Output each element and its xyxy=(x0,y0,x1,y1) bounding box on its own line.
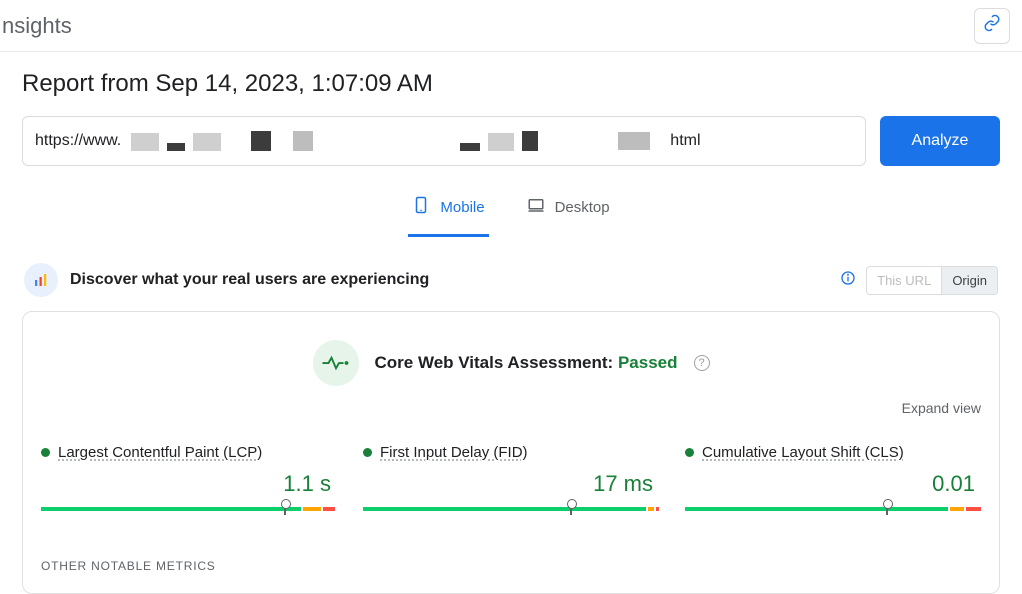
url-suffix: html xyxy=(670,132,700,150)
status-dot-icon xyxy=(363,448,372,457)
tab-desktop[interactable]: Desktop xyxy=(523,184,614,237)
url-input[interactable]: https://www. html xyxy=(22,116,866,166)
metric-cls-value: 0.01 xyxy=(685,471,981,497)
cwv-card: Core Web Vitals Assessment: Passed ? Exp… xyxy=(22,311,1000,594)
cwv-label-text: Core Web Vitals Assessment: xyxy=(375,353,618,372)
cwv-label: Core Web Vitals Assessment: Passed xyxy=(375,353,678,373)
redacted-url-part-3 xyxy=(618,132,650,150)
metric-fid-name[interactable]: First Input Delay (FID) xyxy=(380,444,528,461)
metric-lcp-value: 1.1 s xyxy=(41,471,337,497)
discover-row: Discover what your real users are experi… xyxy=(22,263,1000,297)
discover-icon xyxy=(24,263,58,297)
desktop-icon xyxy=(527,194,545,220)
link-icon xyxy=(983,14,1001,37)
marker-icon xyxy=(284,503,286,515)
expand-view-link[interactable]: Expand view xyxy=(37,400,985,416)
tab-desktop-label: Desktop xyxy=(555,199,610,216)
metric-cls: Cumulative Layout Shift (CLS) 0.01 xyxy=(685,444,981,513)
metric-cls-bar xyxy=(685,499,981,513)
metric-cls-name[interactable]: Cumulative Layout Shift (CLS) xyxy=(702,444,904,461)
other-metrics-label: OTHER NOTABLE METRICS xyxy=(37,559,985,573)
url-origin-toggle: This URL Origin xyxy=(866,266,998,295)
analyze-button[interactable]: Analyze xyxy=(880,116,1000,166)
cwv-status: Passed xyxy=(618,353,678,372)
metric-fid-bar xyxy=(363,499,659,513)
segment-origin[interactable]: Origin xyxy=(941,267,997,294)
tab-mobile[interactable]: Mobile xyxy=(408,184,488,237)
cwv-header: Core Web Vitals Assessment: Passed ? xyxy=(37,340,985,386)
discover-text: Discover what your real users are experi… xyxy=(70,271,429,289)
metric-lcp: Largest Contentful Paint (LCP) 1.1 s xyxy=(41,444,337,513)
status-dot-icon xyxy=(685,448,694,457)
segment-this-url[interactable]: This URL xyxy=(867,267,941,294)
vitals-pulse-icon xyxy=(313,340,359,386)
mobile-icon xyxy=(412,194,430,220)
redacted-url-part-2 xyxy=(460,131,538,151)
app-title: nsights xyxy=(0,13,72,39)
device-tabs: Mobile Desktop xyxy=(22,184,1000,237)
marker-icon xyxy=(886,503,888,515)
metric-lcp-bar xyxy=(41,499,337,513)
metric-fid: First Input Delay (FID) 17 ms xyxy=(363,444,659,513)
metric-fid-value: 17 ms xyxy=(363,471,659,497)
url-prefix: https://www. xyxy=(35,132,121,150)
redacted-url-part xyxy=(131,131,313,151)
marker-icon xyxy=(570,503,572,515)
copy-link-button[interactable] xyxy=(974,8,1010,44)
url-row: https://www. html Analy xyxy=(22,116,1000,166)
help-icon[interactable]: ? xyxy=(694,355,710,371)
status-dot-icon xyxy=(41,448,50,457)
report-title: Report from Sep 14, 2023, 1:07:09 AM xyxy=(22,70,1000,98)
content: Report from Sep 14, 2023, 1:07:09 AM htt… xyxy=(0,52,1022,594)
metrics-row: Largest Contentful Paint (LCP) 1.1 s Fir… xyxy=(37,444,985,513)
discover-left: Discover what your real users are experi… xyxy=(24,263,429,297)
metric-lcp-name[interactable]: Largest Contentful Paint (LCP) xyxy=(58,444,262,461)
discover-right: This URL Origin xyxy=(840,266,998,295)
top-bar: nsights xyxy=(0,0,1022,52)
info-icon[interactable] xyxy=(840,270,856,290)
tab-mobile-label: Mobile xyxy=(440,199,484,216)
